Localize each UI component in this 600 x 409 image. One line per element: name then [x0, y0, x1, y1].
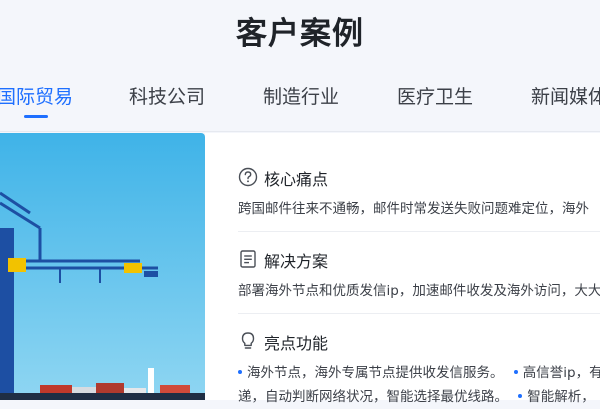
tab-news-media[interactable]: 新闻媒体 — [531, 82, 600, 109]
section-divider — [238, 313, 600, 314]
highlight-text: 递，自动判断网络状况，智能选择最优线路。 — [238, 389, 508, 405]
solution-title: 解决方案 — [264, 252, 329, 271]
highlight-text: 高信誉ip，有 — [522, 365, 600, 381]
highlights-list: 海外节点，海外专属节点提供收发信服务。 高信誉ip，有 递，自动判断网络状况，智… — [238, 361, 600, 409]
pain-points-text: 跨国邮件往来不通畅，邮件时常发送失败问题难定位，海外 — [238, 201, 589, 217]
case-detail-panel: 核心痛点 跨国邮件往来不通畅，邮件时常发送失败问题难定位，海外 解决方案 部署海… — [205, 133, 600, 405]
case-hero-image — [0, 133, 205, 400]
industry-tabs: 国际贸易 科技公司 制造行业 医疗卫生 新闻媒体 — [0, 82, 600, 122]
lightbulb-icon — [238, 331, 258, 351]
solution-section: 解决方案 部署海外节点和优质发信ip，加速邮件收发及海外访问，大大 — [238, 248, 600, 299]
document-icon — [238, 249, 258, 269]
bullet-dot-icon — [513, 370, 518, 374]
pain-points-title: 核心痛点 — [264, 170, 329, 189]
question-circle-icon — [238, 167, 258, 187]
tab-tech-company[interactable]: 科技公司 — [129, 82, 205, 109]
solution-text: 部署海外节点和优质发信ip，加速邮件收发及海外访问，大大 — [238, 283, 600, 299]
bullet-dot-icon — [518, 394, 523, 398]
page-title: 客户案例 — [236, 16, 364, 52]
tab-international-trade[interactable]: 国际贸易 — [0, 82, 73, 109]
pain-points-section: 核心痛点 跨国邮件往来不通畅，邮件时常发送失败问题难定位，海外 — [238, 166, 600, 217]
list-item: 海外节点，海外专属节点提供收发信服务。 高信誉ip，有 — [238, 361, 600, 385]
bullet-dot-icon — [238, 370, 242, 374]
active-tab-indicator — [24, 115, 48, 118]
tab-manufacturing[interactable]: 制造行业 — [263, 82, 339, 109]
tab-healthcare[interactable]: 医疗卫生 — [397, 82, 473, 109]
highlights-section: 亮点功能 海外节点，海外专属节点提供收发信服务。 高信誉ip，有 递，自动判断网… — [238, 330, 600, 405]
list-item: 递，自动判断网络状况，智能选择最优线路。 智能解析， — [238, 385, 600, 409]
highlights-title: 亮点功能 — [264, 334, 329, 353]
section-divider — [238, 231, 600, 232]
highlight-text: 海外节点，海外专属节点提供收发信服务。 — [247, 365, 504, 381]
highlight-text: 智能解析， — [527, 389, 595, 405]
tabs-divider — [0, 131, 600, 132]
